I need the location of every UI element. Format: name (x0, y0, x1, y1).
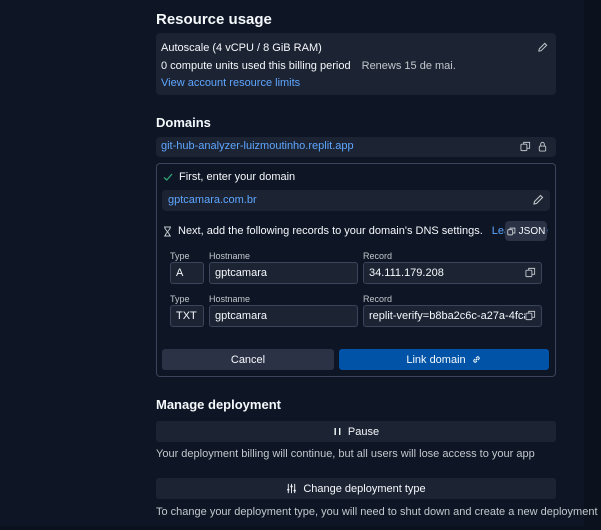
custom-domain-value: gptcamara.com.br (168, 194, 257, 206)
pause-label: Pause (347, 425, 380, 438)
record-type-field: TXT (170, 305, 204, 327)
current-domain-row: git-hub-analyzer-luizmoutinho.replit.app (156, 137, 556, 157)
resource-usage-card: Autoscale (4 vCPU / 8 GiB RAM) 0 compute… (156, 33, 556, 95)
edit-domain-icon[interactable] (532, 194, 544, 206)
manage-deployment-title: Manage deployment (156, 397, 281, 412)
step-1: First, enter your domain (163, 171, 295, 183)
edit-plan-icon[interactable] (537, 42, 548, 53)
json-button[interactable]: JSON (505, 221, 547, 241)
plan-text: Autoscale (4 vCPU / 8 GiB RAM) (161, 42, 322, 54)
pause-note: Your deployment billing will continue, b… (156, 448, 535, 460)
change-deployment-type-label: Change deployment type (303, 482, 426, 495)
copy-icon[interactable] (525, 267, 536, 278)
resource-limits-link[interactable]: View account resource limits (161, 77, 300, 89)
renews-text: Renews 15 de mai. (361, 60, 456, 72)
record-value-field[interactable]: 34.111.179.208 (363, 262, 542, 284)
step-2: Next, add the following records to your … (163, 225, 548, 237)
bottom-edge (0, 526, 601, 530)
page-scrollbar-track[interactable] (584, 0, 601, 530)
step-1-text: First, enter your domain (179, 171, 296, 183)
json-label: JSON (518, 225, 546, 237)
pause-icon (333, 427, 342, 436)
lock-icon (537, 141, 548, 152)
type-label: Type (170, 294, 190, 304)
pause-button[interactable]: Pause (156, 421, 556, 442)
hostname-field[interactable]: gptcamara (209, 305, 358, 327)
custom-domain-setup: First, enter your domain gptcamara.com.b… (156, 163, 556, 377)
record-value: replit-verify=b8ba2c6c-a27a-4fca- (369, 310, 534, 322)
record-value: 34.111.179.208 (369, 267, 444, 279)
check-icon (163, 172, 173, 182)
record-label: Record (363, 294, 393, 304)
step-2-text: Next, add the following records to your … (178, 225, 483, 237)
hostname-field[interactable]: gptcamara (209, 262, 358, 284)
record-label: Record (363, 251, 393, 261)
resource-usage-title: Resource usage (156, 11, 272, 28)
usage-line: 0 compute units used this billing period… (161, 60, 456, 72)
current-domain-link[interactable]: git-hub-analyzer-luizmoutinho.replit.app (161, 140, 354, 152)
custom-domain-input[interactable]: gptcamara.com.br (162, 190, 550, 211)
copy-icon[interactable] (525, 310, 536, 321)
copy-icon[interactable] (520, 141, 531, 152)
hostname-label: Hostname (209, 294, 251, 304)
sliders-icon (286, 483, 297, 494)
cancel-button[interactable]: Cancel (162, 349, 334, 370)
link-domain-button[interactable]: Link domain (339, 349, 549, 370)
usage-text: 0 compute units used this billing period (161, 60, 351, 72)
change-deployment-type-button[interactable]: Change deployment type (156, 478, 556, 499)
type-label: Type (170, 251, 190, 261)
record-value-field[interactable]: replit-verify=b8ba2c6c-a27a-4fca- (363, 305, 542, 327)
domains-title: Domains (156, 115, 211, 130)
record-type-field: A (170, 262, 204, 284)
change-deployment-note: To change your deployment type, you will… (156, 506, 598, 518)
link-icon (471, 354, 482, 365)
hostname-label: Hostname (209, 251, 251, 261)
link-domain-label: Link domain (406, 353, 466, 366)
hourglass-icon (163, 226, 172, 237)
copy-json-icon (506, 227, 516, 236)
